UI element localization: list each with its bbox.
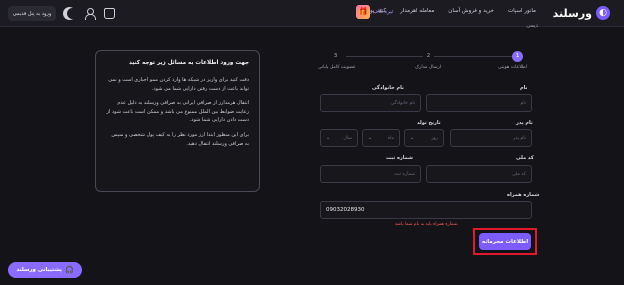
- info-box: جهت ورود اطلاعات به مسائل زیر توجه کنید …: [95, 50, 260, 192]
- step-2-circle: 2: [423, 51, 434, 62]
- last-name-label: نام خانوادگی: [372, 85, 404, 91]
- step-3-circle: 3: [330, 51, 341, 62]
- national-code-label: کد ملی: [516, 155, 534, 161]
- chevron-down-icon: ⌄: [410, 135, 415, 141]
- phone-label: شماره همراه: [507, 192, 540, 198]
- home-icon[interactable]: [104, 8, 115, 19]
- page-title: دیمی: [526, 23, 538, 29]
- header-icons: [64, 8, 115, 20]
- moon-icon[interactable]: [67, 8, 78, 19]
- step-2-label: ارسال مدارک: [415, 65, 442, 70]
- birth-day-select[interactable]: ⌄ روز: [404, 129, 444, 147]
- step-3-label: عضویت کامل پایانی: [318, 65, 356, 70]
- support-label: پشتیبانی ورسلند: [16, 267, 62, 273]
- nav-item-leverage[interactable]: معامله اهرمدار: [400, 8, 434, 14]
- nav-item-spot[interactable]: مانور اسپات: [508, 8, 536, 14]
- step-1-circle: 1: [512, 51, 523, 62]
- father-name-input[interactable]: نام پدر: [450, 129, 532, 147]
- birth-date-label: تاریخ تولد: [417, 120, 441, 126]
- promo-label: تیره کاب: [373, 9, 394, 15]
- id-number-label: شماره ثبت: [386, 155, 413, 161]
- support-button[interactable]: 🎧 پشتیبانی ورسلند: [8, 262, 82, 278]
- info-paragraph-3: برای این منظور ابتدا ارز مورد نظر را به …: [111, 131, 249, 147]
- legacy-panel-button[interactable]: ورود به پنل قدیمی: [8, 6, 56, 21]
- user-icon[interactable]: [84, 8, 96, 20]
- nav-item-easy-trade[interactable]: خرید و فروش آسان: [448, 8, 494, 14]
- phone-input[interactable]: 09032028930: [320, 201, 532, 219]
- first-name-input[interactable]: نام: [426, 94, 532, 112]
- step-1-label: اطلاعات هویتی: [498, 65, 527, 70]
- chevron-down-icon: ⌄: [326, 135, 331, 141]
- logo-text: ورسلند: [552, 6, 592, 20]
- promo-link[interactable]: تیره کاب 🎁: [356, 5, 393, 19]
- info-paragraph-1: دقت کنید برای واریز در شبکه ها وارد کردن…: [108, 77, 249, 92]
- headset-icon: 🎧: [64, 266, 74, 274]
- phone-error-text: شماره همراه باید به نام شما باشد.: [395, 222, 459, 227]
- submit-button[interactable]: اطلاعات محرمانه: [479, 233, 531, 250]
- father-name-label: نام پدر: [516, 120, 533, 126]
- id-number-input[interactable]: شماره ثبت: [320, 165, 421, 183]
- chevron-down-icon: ⌄: [368, 135, 373, 141]
- last-name-input[interactable]: نام خانوادگی: [320, 94, 421, 112]
- logo[interactable]: ◐ ورسلند: [553, 5, 610, 21]
- birth-month-select[interactable]: ⌄ ماه: [362, 129, 400, 147]
- first-name-label: نام: [520, 85, 528, 91]
- gift-icon: 🎁: [356, 5, 370, 19]
- logo-icon: ◐: [596, 6, 610, 20]
- national-code-input[interactable]: کد ملی: [426, 165, 532, 183]
- birth-year-select[interactable]: ⌄ سال: [320, 129, 358, 147]
- info-paragraph-2: انتقال هرمدارز از صرافی ایرانی به صرافی …: [106, 100, 249, 124]
- info-title: جهت ورود اطلاعات به مسائل زیر توجه کنید: [128, 60, 249, 66]
